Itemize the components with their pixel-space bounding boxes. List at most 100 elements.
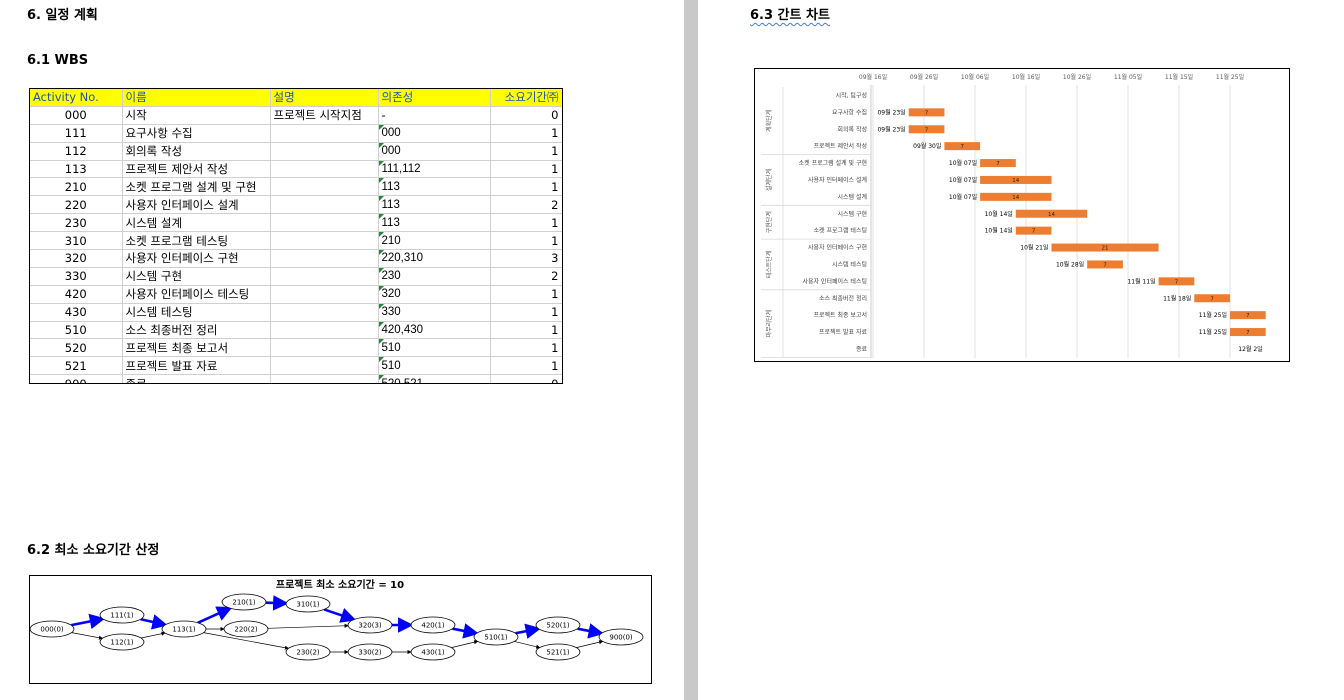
activity-node-label: 320(3) <box>358 622 382 630</box>
wbs-row: 310 소켓 프로그램 테스팅 210 1 <box>30 231 562 251</box>
activity-node: 113(1) <box>161 620 207 638</box>
wbs-row: 112 회의록 작성 000 1 <box>30 142 562 161</box>
gantt-duration-label: 7 <box>925 110 929 116</box>
gantt-task-label: 회의록 작성 <box>837 125 867 133</box>
wbs-cell-name: 소켓 프로그램 테스팅 <box>122 231 271 251</box>
wbs-cell-desc <box>270 267 379 286</box>
wbs-cell-name: 프로젝트 제안서 작성 <box>122 160 271 179</box>
gantt-date-tick: 09월 26일 <box>910 73 938 81</box>
wbs-cell-duration: 1 <box>490 303 562 322</box>
wbs-cell-desc <box>270 124 379 143</box>
wbs-cell-desc <box>270 249 379 268</box>
wbs-cell-duration: 1 <box>490 231 562 251</box>
wbs-cell-name: 사용자 인터페이스 구현 <box>122 249 271 268</box>
wbs-cell-dependency: 520,521 <box>378 374 491 383</box>
wbs-cell-dependency: 000 <box>378 124 491 143</box>
wbs-cell-id: 320 <box>30 249 123 268</box>
wbs-cell-dependency: 113 <box>378 177 491 197</box>
header-activity-no: Activity No. <box>30 89 123 107</box>
wbs-row: 330 시스템 구현 230 2 <box>30 267 562 286</box>
gantt-task-label: 프로젝트 최종 보고서 <box>814 311 868 319</box>
gantt-date-tick: 11월 05일 <box>1114 73 1142 81</box>
gantt-start-date-label: 10월 21일 <box>1020 244 1048 252</box>
wbs-cell-id: 900 <box>30 374 123 383</box>
activity-node: 900(0) <box>598 628 644 646</box>
critical-path-edge <box>577 623 605 639</box>
wbs-cell-duration: 1 <box>490 356 562 376</box>
activity-node-label: 521(1) <box>546 649 570 657</box>
header-description: 설명 <box>270 89 379 107</box>
wbs-cell-dependency: 113 <box>378 195 491 215</box>
wbs-cell-dependency: 210 <box>378 231 491 251</box>
wbs-cell-desc <box>270 213 379 233</box>
gantt-date-tick: 11월 25일 <box>1216 73 1244 81</box>
dependency-edge <box>514 641 541 649</box>
dependency-edge <box>576 640 604 648</box>
gantt-task-label: 소켓 프로그램 테스팅 <box>814 227 868 235</box>
wbs-cell-duration: 1 <box>490 338 562 358</box>
wbs-cell-duration: 2 <box>490 267 562 286</box>
section-heading: 6. 일정 계획 <box>27 8 98 23</box>
gantt-duration-label: 14 <box>1012 195 1019 201</box>
activity-node-label: 112(1) <box>110 639 134 647</box>
gantt-phase-label: 계획단계 <box>765 110 773 132</box>
activity-node: 230(2) <box>285 643 331 661</box>
gantt-task-label: 시작, 팀구성 <box>836 91 867 99</box>
activity-node: 000(0) <box>29 620 75 638</box>
wbs-cell-duration: 0 <box>490 106 562 125</box>
wbs-cell-name: 시스템 설계 <box>122 213 271 233</box>
gantt-duration-label: 21 <box>1102 246 1109 252</box>
network-heading: 6.2 최소 소요기간 산정 <box>27 543 160 558</box>
gantt-phase-label: 마무리단계 <box>765 310 773 338</box>
activity-node-label: 310(1) <box>296 601 320 609</box>
activity-node: 112(1) <box>99 633 145 651</box>
gantt-date-tick: 09월 16일 <box>859 73 887 81</box>
page-divider <box>684 0 698 700</box>
wbs-heading: 6.1 WBS <box>27 53 89 68</box>
gantt-start-date-label: 10월 14일 <box>985 210 1013 218</box>
wbs-cell-id: 112 <box>30 142 123 161</box>
wbs-cell-desc <box>270 321 379 340</box>
wbs-cell-duration: 3 <box>490 249 562 268</box>
wbs-table-object[interactable]: Activity No. 이름 설명 의존성 소요기간㈜ 000 시작 프로젝트 시… <box>29 88 563 384</box>
activity-node: 220(2) <box>223 620 269 638</box>
activity-node: 420(1) <box>410 616 456 634</box>
gantt-duration-label: 7 <box>1175 279 1179 285</box>
dependency-edge <box>71 632 104 640</box>
wbs-cell-id: 510 <box>30 321 123 340</box>
activity-node-label: 210(1) <box>232 599 256 607</box>
gantt-date-tick: 10월 06일 <box>961 73 989 81</box>
critical-path-edge <box>452 623 480 639</box>
gantt-start-date-label: 09월 30일 <box>913 142 941 150</box>
wbs-cell-desc <box>270 303 379 322</box>
wbs-cell-id: 113 <box>30 160 123 179</box>
gantt-start-date-label: 09월 23일 <box>877 108 905 116</box>
gantt-task-label: 사용자 인터페이스 테스팅 <box>802 277 867 285</box>
wbs-row: 230 시스템 설계 113 1 <box>30 213 562 233</box>
gantt-duration-label: 7 <box>996 161 1000 167</box>
wbs-cell-id: 420 <box>30 285 123 304</box>
activity-node-label: 111(1) <box>110 612 134 620</box>
gantt-task-label: 사용자 인터페이스 설계 <box>808 176 867 184</box>
wbs-cell-duration: 1 <box>490 160 562 179</box>
gantt-task-label: 요구사항 수집 <box>832 108 867 116</box>
network-diagram-object[interactable]: 프로젝트 최소 소요기간 = 10 000(0) 111(1) 112(1) 113(… <box>29 575 652 684</box>
wbs-cell-name: 종료 <box>122 374 271 383</box>
critical-path-edge <box>265 595 289 611</box>
wbs-cell-name: 사용자 인터페이스 설계 <box>122 195 271 215</box>
wbs-cell-desc <box>270 374 379 383</box>
activity-node-label: 430(1) <box>421 649 445 657</box>
gantt-duration-label: 7 <box>1246 330 1250 336</box>
wbs-cell-name: 요구사항 수집 <box>122 124 271 143</box>
activity-node: 330(2) <box>347 643 393 661</box>
gantt-start-date-label: 11월 25일 <box>1199 311 1227 319</box>
activity-node-label: 330(2) <box>358 649 382 657</box>
activity-node-label: 000(0) <box>40 626 64 634</box>
wbs-cell-desc <box>270 231 379 251</box>
wbs-cell-id: 220 <box>30 195 123 215</box>
wbs-cell-name: 프로젝트 발표 자료 <box>122 356 271 376</box>
gantt-duration-label: 14 <box>1048 212 1055 218</box>
activity-node: 111(1) <box>99 606 145 624</box>
activity-node-label: 420(1) <box>421 622 445 630</box>
gantt-chart-object[interactable]: 09월 16일 09월 26일 10월 06일 10월 16일 10월 26일 11월 0… <box>754 68 1290 362</box>
